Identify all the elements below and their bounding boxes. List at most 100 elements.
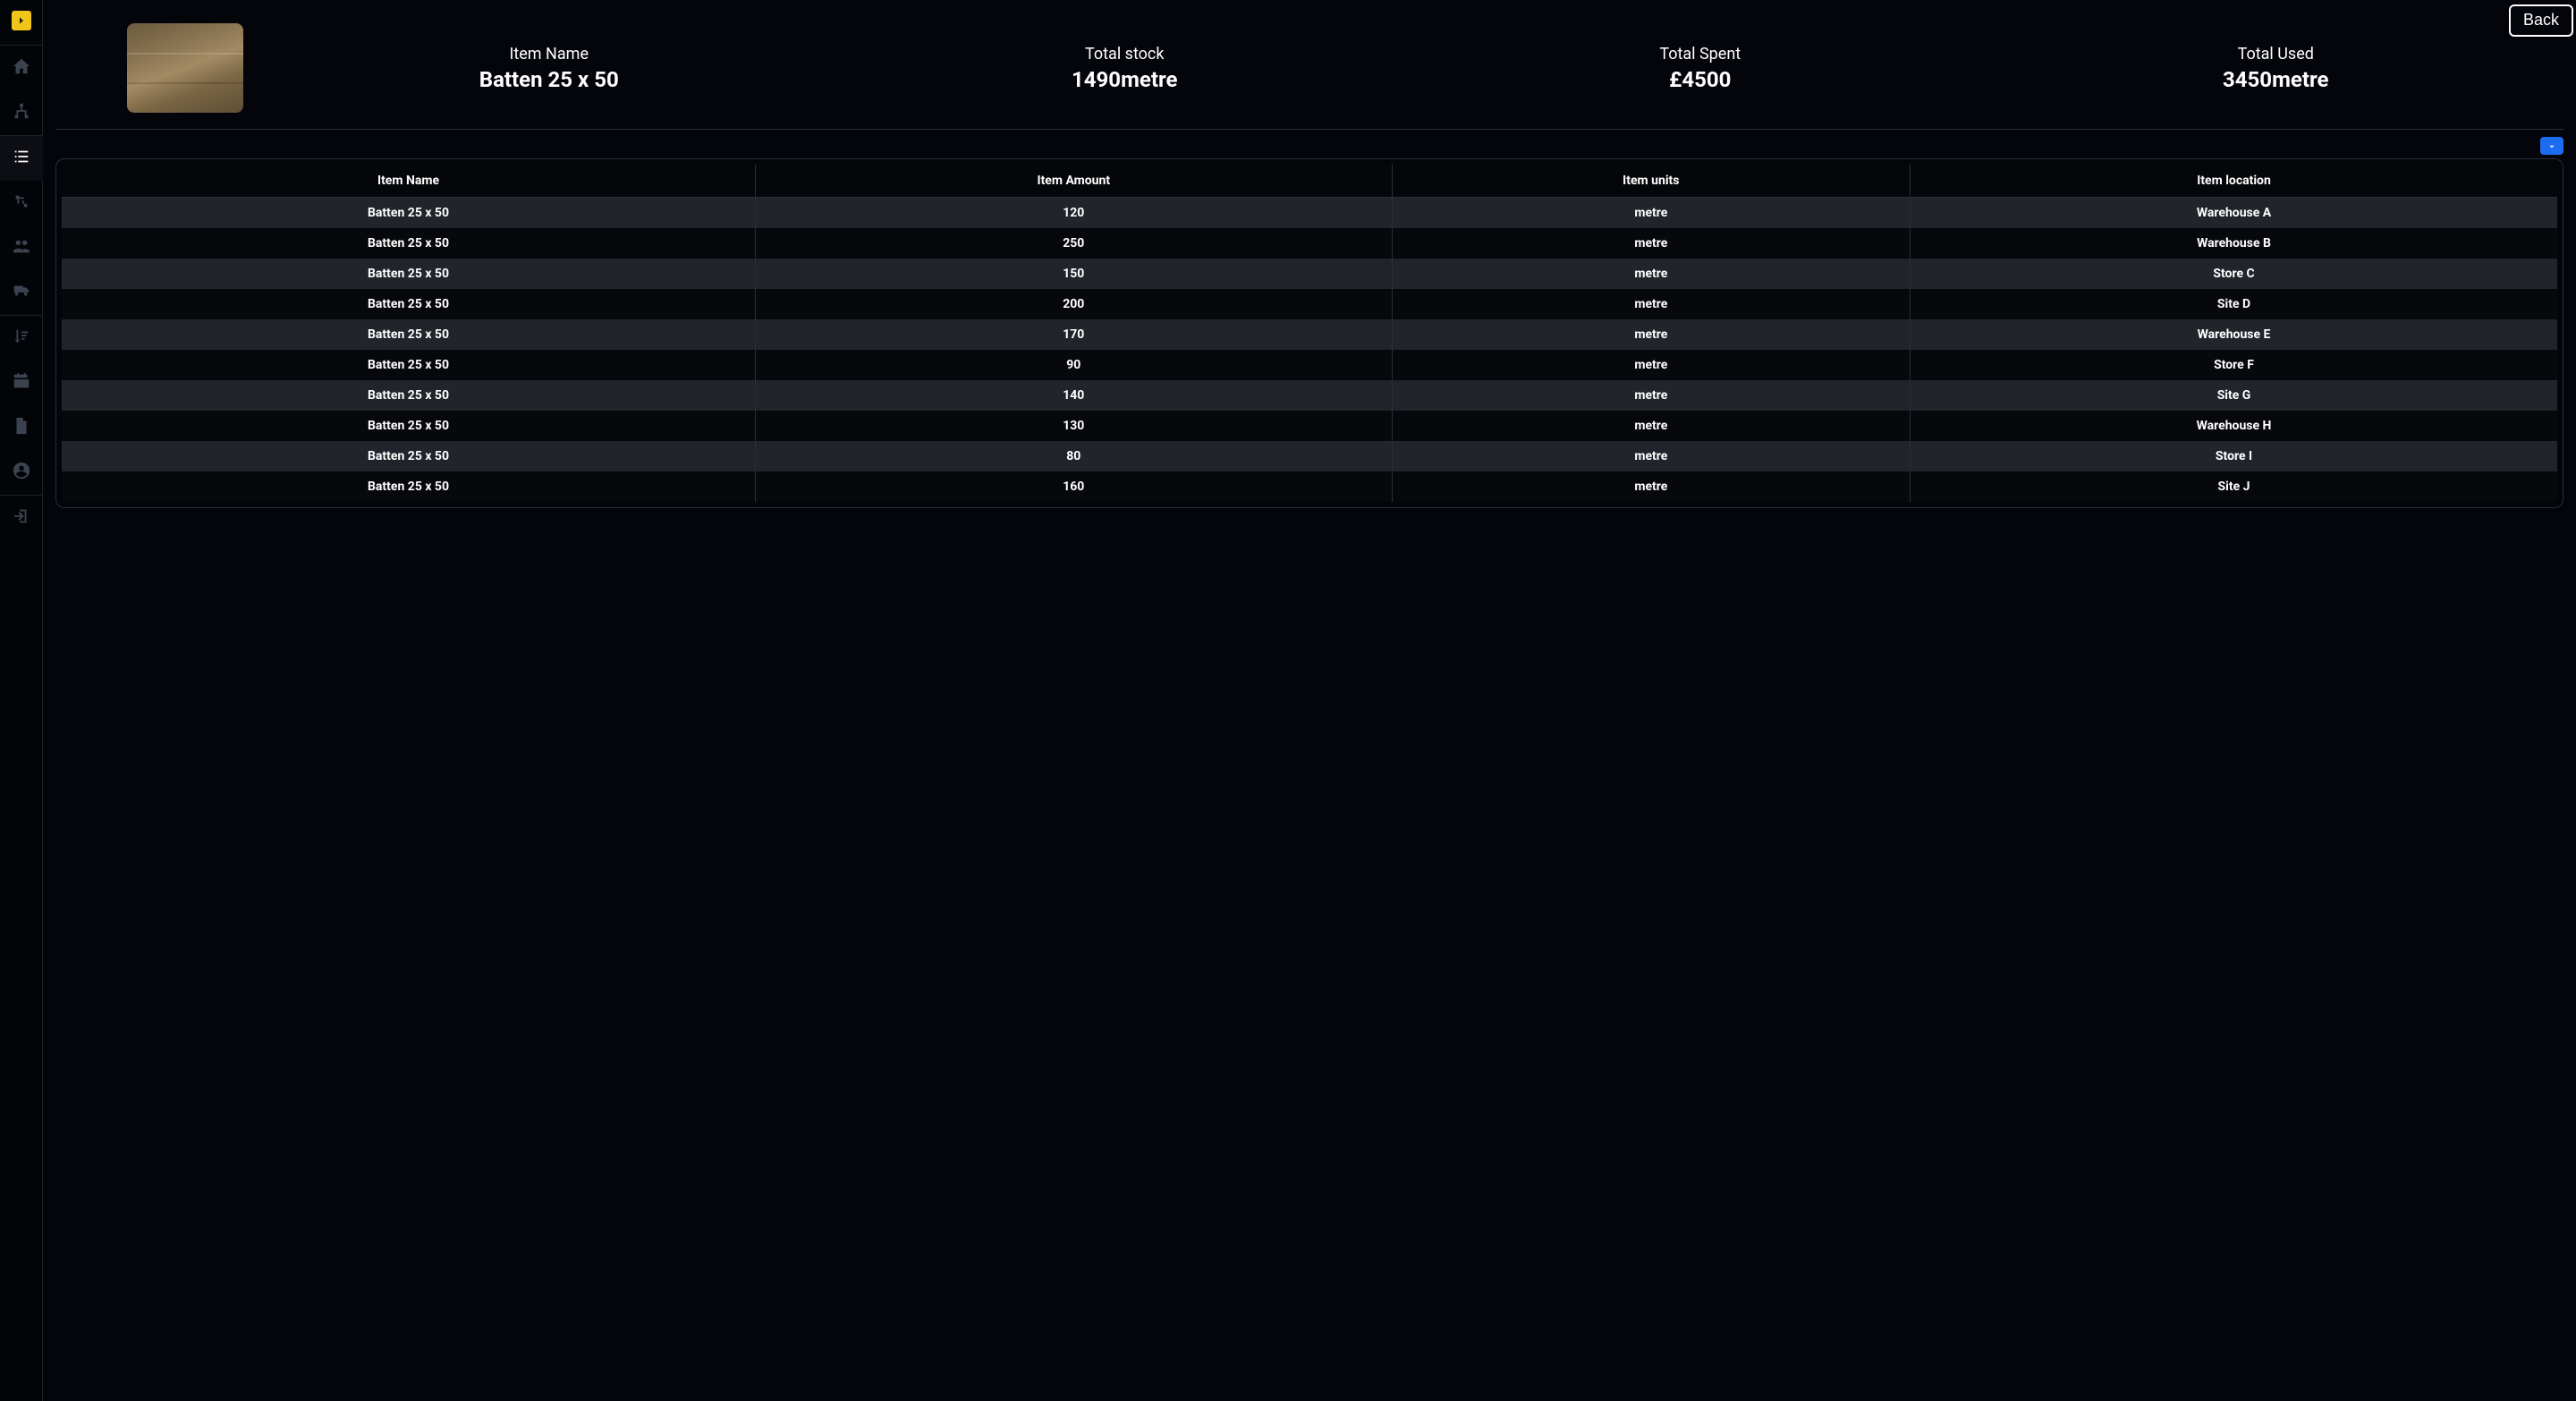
table-cell: 90 [756,350,1393,380]
table-cell: 120 [756,198,1393,229]
table-row[interactable]: Batten 25 x 50150metreStore C [62,259,2557,289]
col-item-location[interactable]: Item location [1911,165,2557,198]
table-cell: 130 [756,411,1393,441]
sidebar-item-sort[interactable] [0,316,43,361]
table-row[interactable]: Batten 25 x 50130metreWarehouse H [62,411,2557,441]
col-item-units[interactable]: Item units [1392,165,1910,198]
table-cell: Batten 25 x 50 [62,228,756,259]
sidebar-item-home[interactable] [0,46,43,90]
sidebar-item-calendar[interactable] [0,361,43,405]
user-circle-icon [12,461,31,484]
table-cell: Batten 25 x 50 [62,259,756,289]
stat-value: 3450metre [1988,67,2564,92]
table-cell: 140 [756,380,1393,411]
table-dropdown-button[interactable] [2540,137,2563,155]
stat-label: Total Spent [1412,45,1988,64]
sidebar-item-list[interactable] [0,136,43,181]
stat-label: Item Name [261,45,837,64]
sidebar-item-sitemap[interactable] [0,90,43,135]
table-cell: Batten 25 x 50 [62,441,756,471]
table-cell: Warehouse B [1911,228,2557,259]
stat-label: Total stock [837,45,1413,64]
table-cell: Batten 25 x 50 [62,411,756,441]
truck-icon [12,281,31,304]
sort-icon [12,327,31,350]
table-row[interactable]: Batten 25 x 5090metreStore F [62,350,2557,380]
users-icon [12,236,31,259]
sidebar-item-logout[interactable] [0,496,43,540]
sidebar-item-account[interactable] [0,450,43,495]
stat-label: Total Used [1988,45,2564,64]
table-row[interactable]: Batten 25 x 50170metreWarehouse E [62,319,2557,350]
table-row[interactable]: Batten 25 x 50160metreSite J [62,471,2557,502]
flow-icon [12,191,31,215]
table-cell: metre [1392,228,1910,259]
table-cell: Store C [1911,259,2557,289]
table-cell: metre [1392,471,1910,502]
table-cell: 250 [756,228,1393,259]
table-header: Item Name Item Amount Item units Item lo… [62,165,2557,198]
table-cell: Batten 25 x 50 [62,380,756,411]
summary-row: Item Name Batten 25 x 50 Total stock 149… [55,23,2563,130]
table-body: Batten 25 x 50120metreWarehouse ABatten … [62,198,2557,503]
list-icon [12,147,31,170]
table-cell: Store I [1911,441,2557,471]
table-cell: Batten 25 x 50 [62,350,756,380]
table-cell: Site D [1911,289,2557,319]
table-cell: Batten 25 x 50 [62,319,756,350]
inventory-table: Item Name Item Amount Item units Item lo… [62,165,2557,502]
table-cell: Warehouse A [1911,198,2557,229]
table-cell: Batten 25 x 50 [62,198,756,229]
summary-stats: Item Name Batten 25 x 50 Total stock 149… [261,45,2563,92]
stat-total-used: Total Used 3450metre [1988,45,2564,92]
table-cell: metre [1392,441,1910,471]
table-cell: Warehouse E [1911,319,2557,350]
caret-down-icon [2547,138,2556,155]
table-row[interactable]: Batten 25 x 5080metreStore I [62,441,2557,471]
sidebar-item-toggle[interactable] [0,5,43,36]
table-row[interactable]: Batten 25 x 50200metreSite D [62,289,2557,319]
table-row[interactable]: Batten 25 x 50120metreWarehouse A [62,198,2557,229]
calendar-icon [12,371,31,395]
table-card: Item Name Item Amount Item units Item lo… [55,158,2563,508]
table-row[interactable]: Batten 25 x 50250metreWarehouse B [62,228,2557,259]
col-item-amount[interactable]: Item Amount [756,165,1393,198]
table-cell: 200 [756,289,1393,319]
home-icon [12,56,31,80]
stat-total-stock: Total stock 1490metre [837,45,1413,92]
table-cell: Warehouse H [1911,411,2557,441]
table-cell: metre [1392,198,1910,229]
back-button[interactable]: Back [2509,4,2573,37]
table-cell: Batten 25 x 50 [62,289,756,319]
table-cell: Site J [1911,471,2557,502]
table-cell: 150 [756,259,1393,289]
stat-value: 1490metre [837,67,1413,92]
item-thumbnail [127,23,243,113]
stat-value: Batten 25 x 50 [261,67,837,92]
table-cell: Store F [1911,350,2557,380]
sitemap-icon [12,101,31,124]
table-cell: metre [1392,289,1910,319]
table-row[interactable]: Batten 25 x 50140metreSite G [62,380,2557,411]
table-cell: metre [1392,350,1910,380]
document-icon [12,416,31,439]
sidebar-item-delivery[interactable] [0,270,43,315]
stat-item-name: Item Name Batten 25 x 50 [261,45,837,92]
table-cell: metre [1392,259,1910,289]
logout-icon [12,506,31,530]
table-cell: 80 [756,441,1393,471]
table-actions [55,137,2563,157]
sidebar-item-users[interactable] [0,225,43,270]
table-cell: metre [1392,380,1910,411]
table-cell: metre [1392,411,1910,441]
table-cell: 160 [756,471,1393,502]
sidebar-item-flow[interactable] [0,181,43,225]
main-content: Back Item Name Batten 25 x 50 Total stoc… [43,0,2576,1401]
chevron-right-icon [12,11,31,30]
col-item-name[interactable]: Item Name [62,165,756,198]
sidebar-item-document[interactable] [0,405,43,450]
stat-total-spent: Total Spent £4500 [1412,45,1988,92]
table-cell: Site G [1911,380,2557,411]
sidebar [0,0,43,1401]
stat-value: £4500 [1412,67,1988,92]
